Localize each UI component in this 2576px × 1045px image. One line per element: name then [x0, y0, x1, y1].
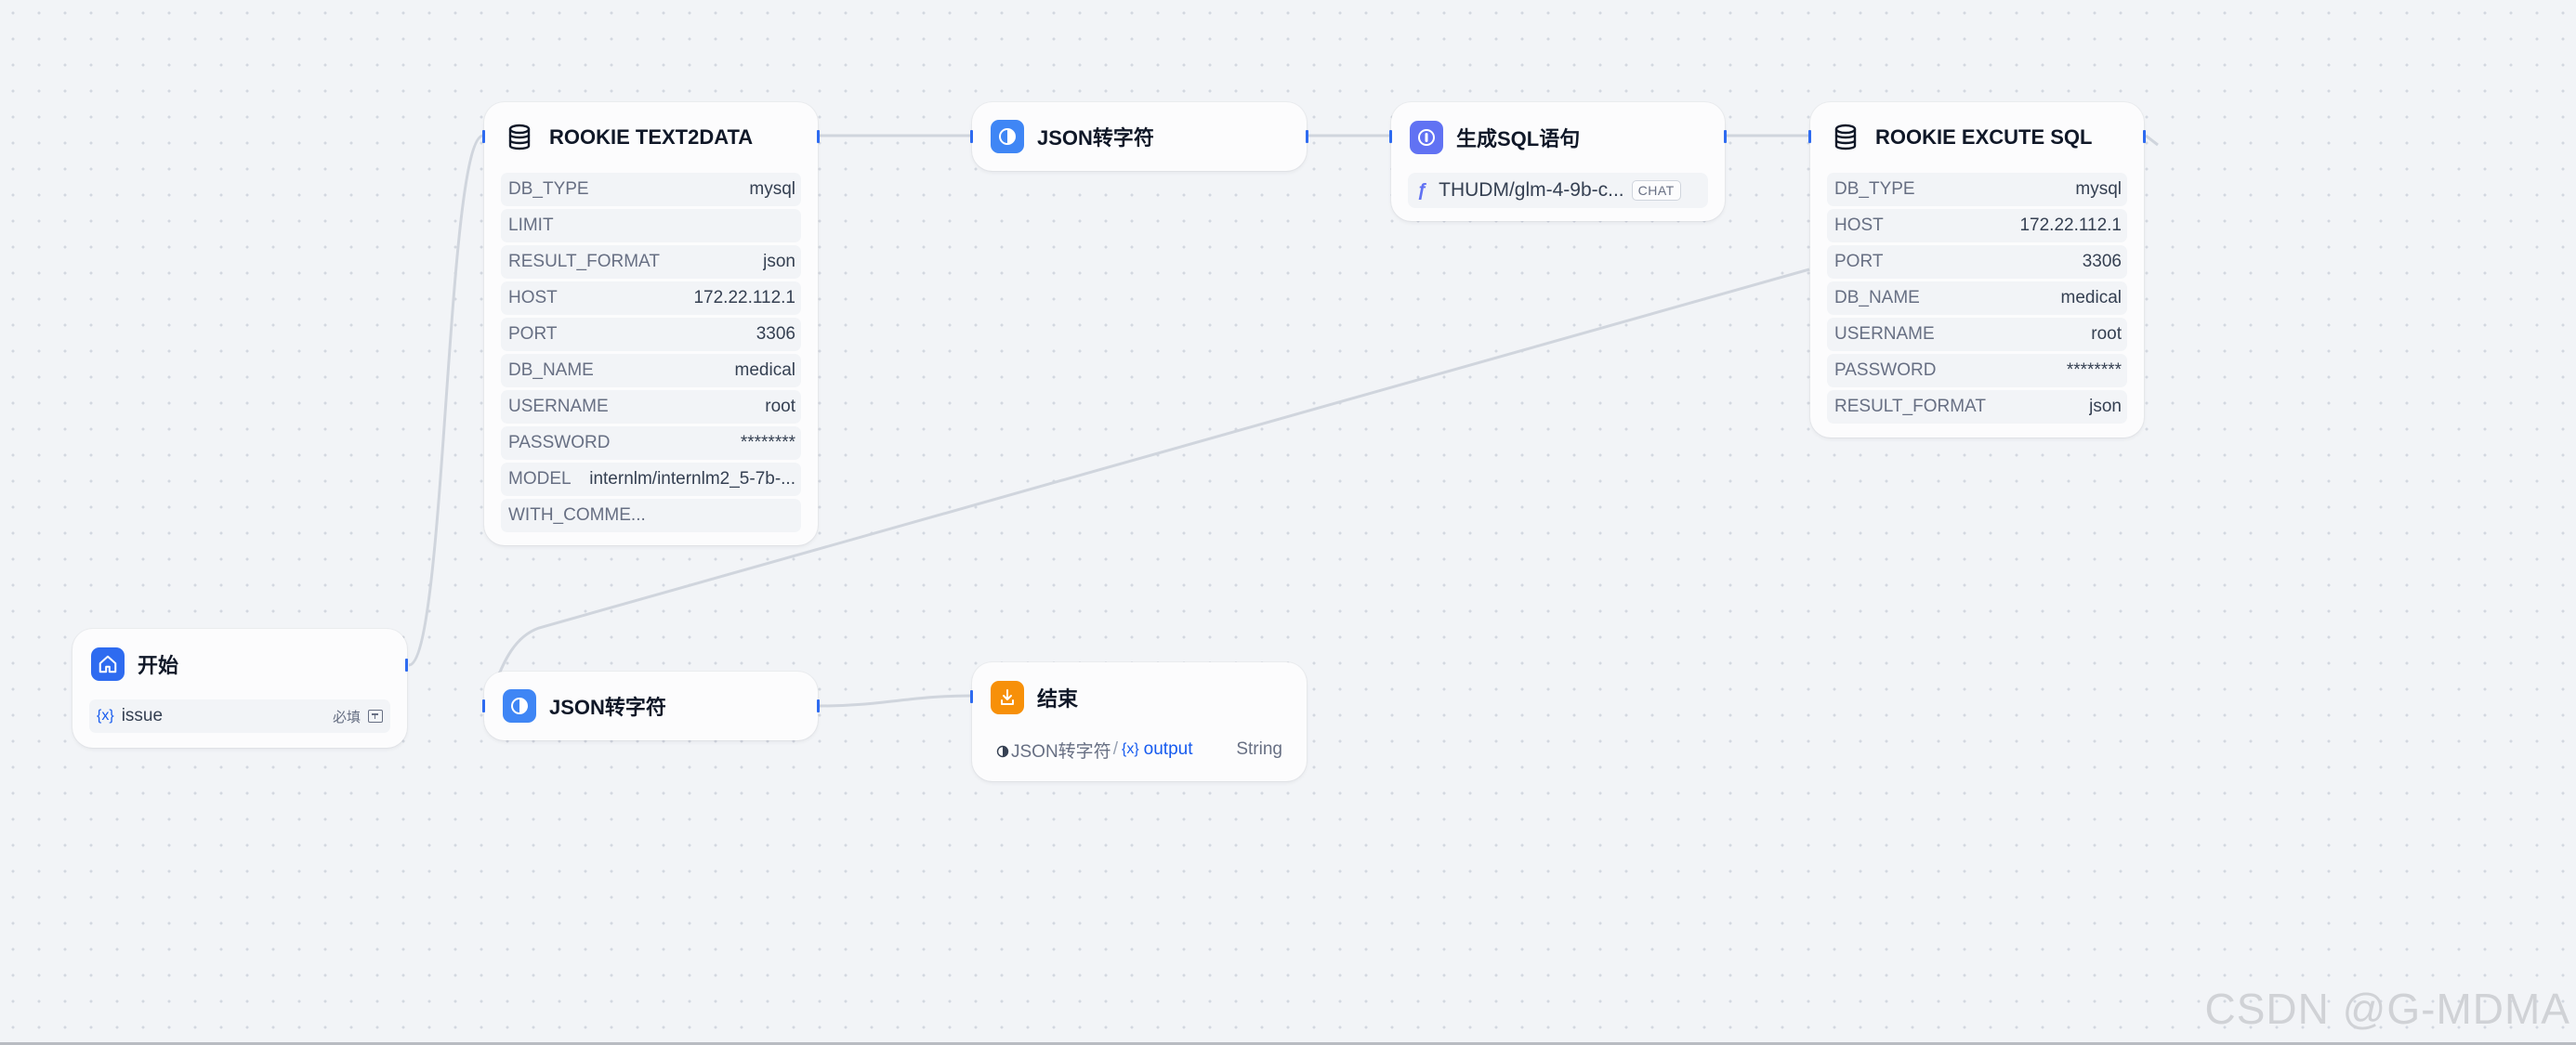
start-variable-name: issue: [121, 706, 164, 725]
gensql-input-handle[interactable]: [1389, 130, 1392, 143]
node-json1-header: JSON转字符: [972, 102, 1307, 171]
execute-output-handle[interactable]: [2143, 130, 2146, 143]
end-variable-type: String: [1236, 739, 1282, 759]
end-flag-icon: [991, 681, 1024, 714]
param-row: DB_NAME medical: [1827, 281, 2127, 315]
node-gensql-title: 生成SQL语句: [1456, 127, 1581, 150]
node-execute-sql[interactable]: ROOKIE EXCUTE SQL DB_TYPE mysql HOST 172.2…: [1808, 102, 2146, 438]
gensql-output-handle[interactable]: [1724, 130, 1727, 143]
model-selector[interactable]: ƒ THUDM/glm-4-9b-c... CHAT: [1408, 173, 1708, 208]
param-row: WITH_COMME...: [501, 499, 801, 532]
param-row: PASSWORD ********: [1827, 354, 2127, 387]
database-icon: [1829, 121, 1862, 154]
execute-input-handle[interactable]: [1808, 130, 1811, 143]
json1-output-handle[interactable]: [1306, 130, 1308, 143]
node-end[interactable]: 结束 JSON转字符 / {x} output String: [970, 662, 1307, 781]
param-row: RESULT_FORMAT json: [501, 245, 801, 279]
param-row: LIMIT: [501, 209, 801, 242]
node-json2-title: JSON转字符: [549, 696, 666, 719]
llm-icon: [1410, 121, 1443, 154]
start-output-handle[interactable]: [405, 659, 408, 672]
json2-output-handle[interactable]: [817, 699, 820, 712]
param-row: HOST 172.22.112.1: [501, 281, 801, 315]
param-row: HOST 172.22.112.1: [1827, 209, 2127, 242]
model-mode-badge: CHAT: [1631, 180, 1681, 201]
node-json1-title: JSON转字符: [1037, 126, 1154, 150]
json2-input-handle[interactable]: [482, 699, 485, 712]
start-variable-row[interactable]: {x} issue 必填: [89, 699, 390, 733]
node-start[interactable]: 开始 {x} issue 必填: [72, 629, 408, 748]
node-start-header: 开始: [72, 629, 407, 699]
param-row: USERNAME root: [1827, 318, 2127, 351]
edge-start-to-text2data: [408, 134, 484, 667]
param-row: PORT 3306: [501, 318, 801, 351]
text2data-output-handle[interactable]: [817, 130, 820, 143]
variable-icon: {x}: [97, 708, 114, 724]
param-row: PORT 3306: [1827, 245, 2127, 279]
node-text2data[interactable]: ROOKIE TEXT2DATA DB_TYPE mysql LIMIT RESU…: [482, 102, 820, 545]
watermark: CSDN @G-MDMA: [2204, 985, 2570, 1033]
node-end-title: 结束: [1037, 687, 1079, 711]
param-row: PASSWORD ********: [501, 426, 801, 460]
node-execute-header: ROOKIE EXCUTE SQL: [1810, 102, 2144, 173]
node-gensql-header: 生成SQL语句: [1391, 102, 1725, 173]
node-json-to-string-2[interactable]: JSON转字符: [482, 672, 820, 740]
end-output-variable[interactable]: JSON转字符 / {x} output String: [989, 733, 1290, 766]
node-generate-sql[interactable]: 生成SQL语句 ƒ THUDM/glm-4-9b-c... CHAT: [1389, 102, 1727, 221]
json-convert-icon: [991, 120, 1024, 153]
param-row: DB_TYPE mysql: [1827, 173, 2127, 206]
required-label: 必填: [332, 709, 361, 725]
node-text2data-title: ROOKIE TEXT2DATA: [549, 125, 754, 149]
end-input-handle[interactable]: [970, 690, 973, 703]
param-row: USERNAME root: [501, 390, 801, 424]
edge-json2-to-end: [818, 694, 972, 708]
text2data-input-handle[interactable]: [482, 130, 485, 143]
param-row: DB_TYPE mysql: [501, 173, 801, 206]
node-json-to-string-1[interactable]: JSON转字符: [970, 102, 1308, 171]
node-end-header: 结束: [972, 662, 1307, 733]
json-convert-icon: [503, 689, 536, 723]
param-row: MODEL internlm/internlm2_5-7b-...: [501, 463, 801, 496]
edge-execute-out: [2145, 134, 2159, 147]
home-icon: [91, 647, 125, 681]
model-provider-icon: ƒ: [1417, 179, 1428, 201]
model-name: THUDM/glm-4-9b-c...: [1439, 179, 1624, 201]
text-input-type-icon: [368, 710, 383, 723]
end-variable-name: output: [1143, 739, 1193, 759]
node-execute-title: ROOKIE EXCUTE SQL: [1875, 125, 2093, 149]
node-json2-header: JSON转字符: [484, 672, 818, 740]
execute-params: DB_TYPE mysql HOST 172.22.112.1 PORT 3306 D…: [1810, 173, 2144, 424]
end-source-node: JSON转字符: [1011, 741, 1111, 762]
json-convert-small-icon: [996, 743, 1009, 758]
param-row: RESULT_FORMAT json: [1827, 390, 2127, 424]
param-row: DB_NAME medical: [501, 354, 801, 387]
database-icon: [503, 121, 536, 154]
text2data-params: DB_TYPE mysql LIMIT RESULT_FORMAT json HOS…: [484, 173, 818, 532]
node-start-title: 开始: [138, 654, 179, 677]
json1-input-handle[interactable]: [970, 130, 973, 143]
variable-icon: {x}: [1121, 741, 1139, 757]
path-separator: /: [1112, 739, 1118, 759]
node-text2data-header: ROOKIE TEXT2DATA: [484, 102, 818, 173]
